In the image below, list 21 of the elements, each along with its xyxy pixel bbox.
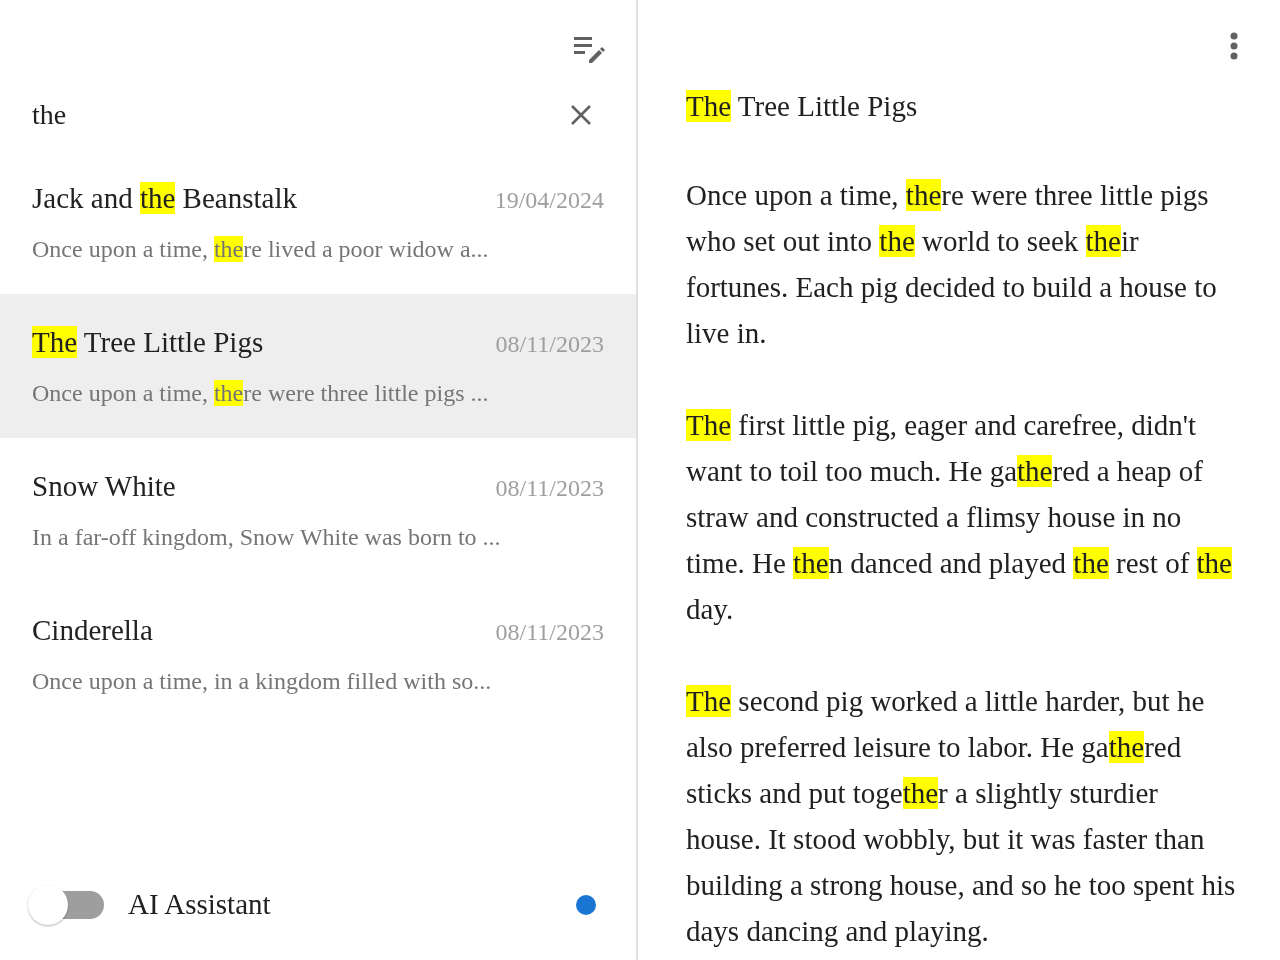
toggle-switch[interactable] xyxy=(28,884,104,926)
note-title: Jack and the Beanstalk xyxy=(32,181,297,217)
edit-list-icon[interactable] xyxy=(572,34,606,64)
note-preview: Once upon a time, there were three little pigs ... xyxy=(32,378,490,408)
document-paragraph: Once upon a time, there were three little pigs who set out into the world to seek their fortunes. Each pig decided to build a house to live in. xyxy=(686,178,1218,351)
note-preview: Once upon a time, there lived a poor widow a... xyxy=(32,234,490,264)
note-title: The Tree Little Pigs xyxy=(32,325,264,361)
document-title: The Tree Little Pigs xyxy=(686,89,918,124)
note-list-item[interactable]: The Tree Little Pigs 08/11/2023 Once upon a time, there were three little pigs ... xyxy=(0,294,636,438)
assistant-label: AI Assistant xyxy=(128,887,272,923)
note-date: 08/11/2023 xyxy=(495,474,604,504)
note-preview: Once upon a time, in a kingdom filled with so... xyxy=(32,666,493,696)
note-title: Snow White xyxy=(32,469,176,505)
more-options-icon[interactable] xyxy=(1230,32,1238,60)
note-date: 19/04/2024 xyxy=(494,186,604,216)
search-field[interactable]: the xyxy=(32,94,570,136)
note-title: Cinderella xyxy=(32,613,153,649)
close-icon[interactable] xyxy=(570,104,592,126)
note-preview: In a far-off kingdom, Snow White was born to ... xyxy=(32,522,502,552)
note-date: 08/11/2023 xyxy=(495,330,604,360)
note-date: 08/11/2023 xyxy=(495,618,604,648)
